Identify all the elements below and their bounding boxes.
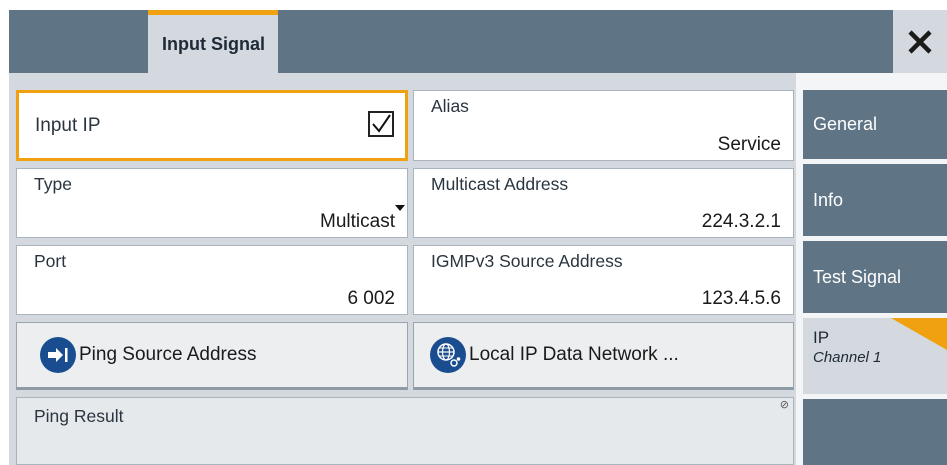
ping-source-address-label: Ping Source Address — [79, 344, 257, 365]
active-item-indicator — [891, 318, 947, 350]
arrow-right-bar-icon — [40, 337, 76, 373]
checkmark-icon — [372, 114, 391, 133]
type-dropdown[interactable]: Type Multicast — [16, 168, 408, 238]
tab-input-signal-label: Input Signal — [162, 34, 265, 54]
alias-field[interactable]: Alias Service — [413, 90, 794, 161]
side-nav-item-label: General — [813, 114, 878, 134]
multicast-address-label: Multicast Address — [431, 174, 569, 194]
side-nav-item-label: IP — [813, 328, 830, 347]
side-nav: General Info Test Signal IP Channel 1 — [796, 73, 947, 465]
multicast-address-field[interactable]: Multicast Address 224.3.2.1 — [413, 168, 794, 238]
igmp-source-address-value: 123.4.5.6 — [701, 288, 781, 309]
ping-result-label: Ping Result — [34, 406, 124, 426]
close-icon — [908, 29, 932, 54]
side-nav-item-label: Info — [813, 190, 844, 210]
type-value: Multicast — [320, 211, 395, 232]
local-ip-data-network-label: Local IP Data Network ... — [469, 344, 679, 365]
ping-result-field: Ping Result ⊘ — [16, 397, 794, 465]
type-label: Type — [34, 174, 72, 194]
port-label: Port — [34, 251, 67, 271]
header-bar: Input Signal — [9, 10, 947, 73]
alias-value: Service — [717, 134, 781, 155]
input-ip-label: Input IP — [35, 115, 101, 136]
local-ip-data-network-button[interactable]: Local IP Data Network ... — [413, 322, 794, 390]
side-nav-item-info[interactable]: Info — [803, 164, 947, 236]
dialog-window: Input Signal Input IP Alias Service Type… — [9, 10, 947, 465]
igmp-source-address-field[interactable]: IGMPv3 Source Address 123.4.5.6 — [413, 245, 794, 315]
side-nav-item-empty — [803, 399, 947, 465]
input-ip-checkbox[interactable] — [368, 111, 394, 137]
side-nav-item-sublabel: Channel 1 — [813, 349, 882, 366]
side-nav-item-ip[interactable]: IP Channel 1 — [803, 318, 947, 394]
alias-label: Alias — [431, 96, 469, 116]
network-globe-icon — [430, 337, 466, 373]
port-field[interactable]: Port 6 002 — [16, 245, 408, 315]
tab-input-signal[interactable]: Input Signal — [148, 10, 278, 73]
multicast-address-value: 224.3.2.1 — [701, 211, 781, 232]
port-value: 6 002 — [347, 288, 395, 309]
input-ip-field[interactable]: Input IP — [16, 90, 408, 161]
dropdown-arrow-icon — [395, 205, 405, 211]
read-only-icon: ⊘ — [779, 399, 789, 411]
igmp-source-address-label: IGMPv3 Source Address — [431, 251, 623, 271]
side-nav-item-test-signal[interactable]: Test Signal — [803, 241, 947, 313]
ping-source-address-button[interactable]: Ping Source Address — [16, 322, 408, 390]
side-nav-item-label: Test Signal — [813, 267, 902, 287]
content-panel: Input IP Alias Service Type Multicast Mu… — [9, 73, 796, 465]
active-tab-indicator — [148, 10, 278, 15]
close-button[interactable] — [893, 10, 947, 73]
side-nav-item-general[interactable]: General — [803, 90, 947, 159]
